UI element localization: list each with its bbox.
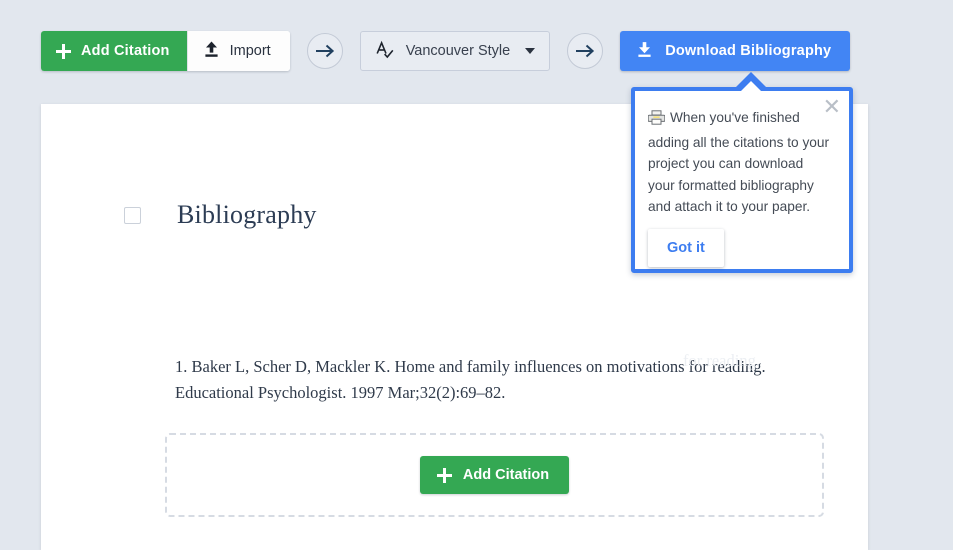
dropzone-add-citation-label: Add Citation bbox=[462, 467, 550, 483]
import-button[interactable]: Import bbox=[186, 31, 290, 71]
style-format-icon bbox=[375, 39, 395, 63]
citation-dropzone[interactable]: Add Citation bbox=[165, 433, 824, 517]
download-icon bbox=[637, 41, 652, 62]
tooltip-arrow bbox=[739, 81, 763, 93]
citation-style-picker[interactable]: Vancouver Style bbox=[359, 31, 551, 71]
download-bibliography-label: Download Bibliography bbox=[665, 43, 832, 59]
add-citation-button[interactable]: Add Citation bbox=[41, 31, 187, 71]
arrow-right-icon bbox=[576, 44, 595, 58]
dropzone-add-citation-button[interactable]: Add Citation bbox=[419, 456, 570, 494]
next-step-arrow-button-1[interactable] bbox=[306, 33, 343, 69]
download-bibliography-button[interactable]: Download Bibliography bbox=[620, 31, 851, 71]
plus-icon bbox=[56, 43, 71, 59]
plus-icon bbox=[436, 467, 452, 483]
got-it-button[interactable]: Got it bbox=[648, 229, 724, 267]
add-citation-button-label: Add Citation bbox=[81, 43, 170, 59]
arrow-right-icon bbox=[315, 44, 334, 58]
tooltip-body: When you've finished adding all the cita… bbox=[635, 91, 849, 218]
close-icon[interactable]: ✕ bbox=[823, 96, 841, 118]
next-step-arrow-button-2[interactable] bbox=[567, 33, 604, 69]
download-bibliography-tooltip: ✕ When you've finished adding all the ci… bbox=[631, 72, 853, 273]
printer-icon bbox=[647, 110, 666, 132]
citation-style-label: Vancouver Style bbox=[405, 43, 511, 59]
citation-actions-group: Add Citation Import bbox=[41, 31, 290, 71]
bibliography-header-row: Bibliography bbox=[124, 200, 317, 230]
tooltip-message: When you've finished adding all the cita… bbox=[648, 110, 830, 214]
chevron-down-icon bbox=[525, 48, 536, 54]
toolbar-controls-row: Add Citation Import Vancouver Style Down… bbox=[41, 31, 851, 71]
select-all-checkbox[interactable] bbox=[124, 206, 141, 224]
obscured-citation-tail: for reading. bbox=[683, 351, 760, 370]
import-button-label: Import bbox=[229, 43, 271, 59]
page-title: Bibliography bbox=[177, 200, 317, 229]
upload-icon bbox=[204, 41, 219, 62]
